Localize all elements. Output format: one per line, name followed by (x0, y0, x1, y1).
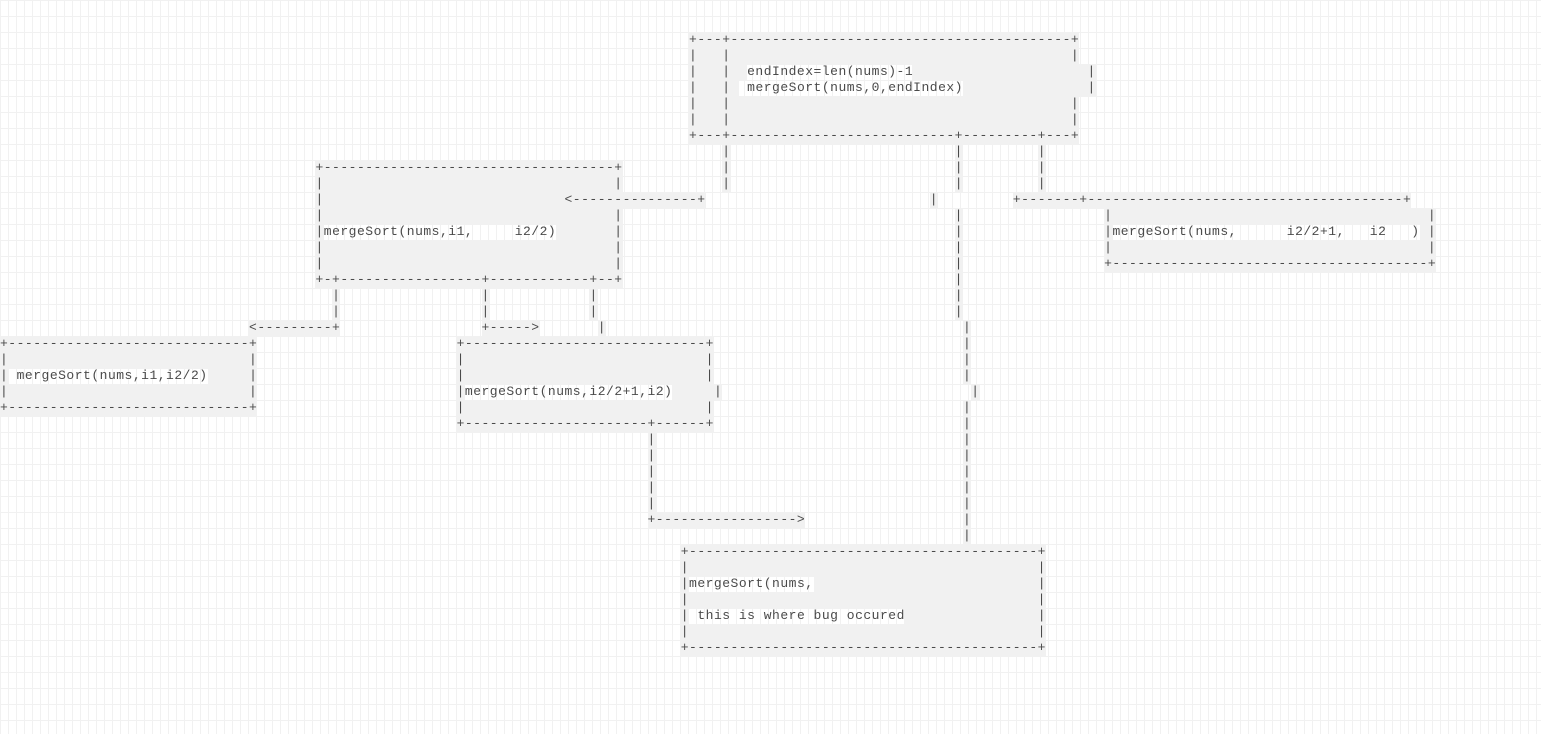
root-line2: mergeSort(nums,0,endIndex) (747, 80, 963, 95)
left-left-label: mergeSort(nums,i1,i2/2) (17, 368, 208, 383)
left-right-label: mergeSort(nums,i2/2+1,i2) (465, 384, 673, 399)
left-child-label: mergeSort(nums,i1, i2/2) (324, 224, 556, 239)
ascii-diagram: +---+-----------------------------------… (0, 0, 1436, 656)
right-child-label: mergeSort(nums, i2/2+1, i2 ) (1112, 224, 1419, 239)
bug-line2: this is where bug occured (697, 608, 905, 623)
root-line1: endIndex=len(nums)-1 (747, 64, 913, 79)
bug-line1: mergeSort(nums, (689, 576, 814, 591)
